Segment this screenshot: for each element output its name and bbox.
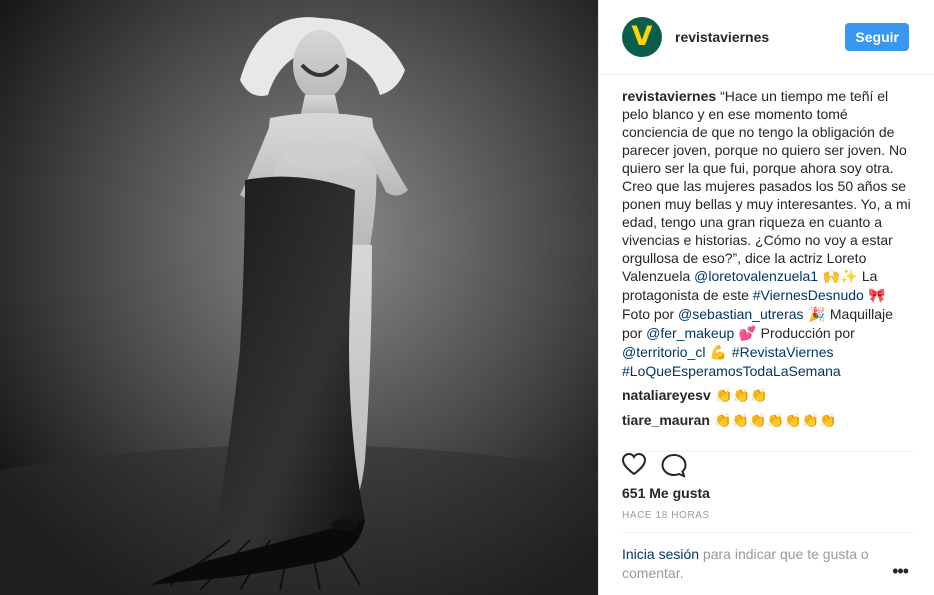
login-link[interactable]: Inicia sesión bbox=[622, 546, 699, 562]
mention-fer-makeup[interactable]: @fer_makeup bbox=[646, 325, 734, 341]
mention-territorio-cl[interactable]: @territorio_cl bbox=[622, 344, 705, 360]
comments-area: revistaviernes “Hace un tiempo me teñí e… bbox=[622, 87, 914, 430]
divider bbox=[622, 532, 914, 533]
likes-count[interactable]: 651 Me gusta bbox=[622, 485, 710, 501]
comment-username[interactable]: tiare_mauran bbox=[622, 412, 710, 428]
hashtag-revistaviernes[interactable]: #RevistaViernes bbox=[732, 344, 834, 360]
instagram-post: V revistaviernes Seguir revistaviernes “… bbox=[0, 0, 934, 595]
follow-button[interactable]: Seguir bbox=[845, 23, 909, 51]
photo-illustration bbox=[0, 0, 598, 595]
avatar[interactable]: V bbox=[622, 17, 662, 57]
post-side-panel: V revistaviernes Seguir revistaviernes “… bbox=[598, 0, 934, 595]
emoji-muscle: 💪 bbox=[705, 345, 732, 361]
post-header: V revistaviernes Seguir bbox=[599, 0, 934, 75]
caption-text: “Hace un tiempo me teñí el pelo blanco y… bbox=[622, 88, 911, 284]
caption-text-3: Foto por bbox=[622, 306, 679, 322]
emoji-party: 🎉 bbox=[803, 307, 830, 323]
post-time[interactable]: HACE 18 HORAS bbox=[622, 510, 710, 521]
comment-item: natali­areyesv 👏👏👏 bbox=[622, 386, 914, 405]
emoji-hearts: 💕 bbox=[734, 326, 761, 342]
caption-text-5: Producción por bbox=[760, 325, 855, 341]
caption: revistaviernes “Hace un tiempo me teñí e… bbox=[622, 87, 914, 380]
emoji-hands-sparkles: 🙌✨ bbox=[818, 269, 862, 285]
header-username[interactable]: revistaviernes bbox=[675, 29, 845, 45]
comment-icon[interactable] bbox=[661, 453, 687, 478]
hashtag-loqueesperamos[interactable]: #LoQueEsperamosTodaLaSemana bbox=[622, 363, 841, 379]
emoji-ribbon: 🎀 bbox=[863, 288, 886, 304]
post-photo[interactable] bbox=[0, 0, 598, 595]
comment-item: tiare_mauran 👏👏👏👏👏👏👏 bbox=[622, 411, 914, 430]
login-prompt: Inicia sesión para indicar que te gusta … bbox=[622, 545, 892, 583]
hashtag-viernesdesnudo[interactable]: #ViernesDesnudo bbox=[753, 287, 864, 303]
comment-text: 👏👏👏👏👏👏👏 bbox=[709, 413, 837, 429]
comment-username[interactable]: natali­areyesv bbox=[622, 387, 711, 403]
mention-sebastian-utreras[interactable]: @sebastian_utreras bbox=[678, 306, 804, 322]
caption-username[interactable]: revistaviernes bbox=[622, 88, 716, 104]
more-options-icon[interactable]: ••• bbox=[892, 561, 909, 582]
action-icons bbox=[622, 452, 687, 478]
avatar-logo-icon: V bbox=[631, 20, 653, 52]
heart-icon[interactable] bbox=[622, 452, 647, 476]
mention-loretovalenzuela1[interactable]: @loretovalenzuela1 bbox=[694, 268, 818, 284]
comment-text: 👏👏👏 bbox=[710, 388, 768, 404]
